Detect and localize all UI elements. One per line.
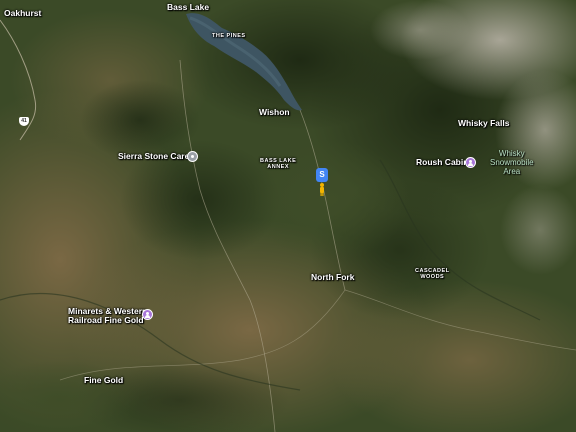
label-sierra-stone-care[interactable]: Sierra Stone Care xyxy=(118,151,189,161)
label-fine-gold[interactable]: Fine Gold xyxy=(84,375,123,385)
label-bass-lake-annex[interactable]: BASS LAKE ANNEX xyxy=(260,158,296,170)
label-north-fork[interactable]: North Fork xyxy=(311,272,354,282)
label-oakhurst[interactable]: Oakhurst xyxy=(4,8,41,18)
place-pin-icon[interactable] xyxy=(465,157,476,168)
street-view-marker-icon[interactable]: S xyxy=(316,168,328,182)
label-minarets-line2: Railroad Fine Gold xyxy=(68,315,144,326)
label-the-pines[interactable]: THE PINES xyxy=(212,33,246,39)
label-whisky-line3: Area xyxy=(503,166,521,176)
label-bass-lake-annex-line2: ANNEX xyxy=(267,164,290,171)
business-pin-icon[interactable] xyxy=(187,151,198,162)
label-whisky-falls[interactable]: Whisky Falls xyxy=(458,118,510,128)
label-cascadel-line2: WOODS xyxy=(420,274,445,281)
label-minarets-western[interactable]: Minarets & Western Railroad Fine Gold xyxy=(68,306,147,326)
satellite-map[interactable]: 41 Oakhurst Bass Lake THE PINES Wishon S… xyxy=(0,0,576,432)
place-pin-icon[interactable] xyxy=(142,309,153,320)
label-bass-lake[interactable]: Bass Lake xyxy=(167,2,209,12)
label-wishon[interactable]: Wishon xyxy=(259,107,290,117)
pegman-icon[interactable] xyxy=(319,183,325,196)
label-whisky-snowmobile-area[interactable]: Whisky Snowmobile Area xyxy=(490,149,534,176)
satellite-terrain[interactable] xyxy=(0,0,576,432)
label-cascadel-woods[interactable]: CASCADEL WOODS xyxy=(415,268,450,280)
label-roush-cabin[interactable]: Roush Cabin xyxy=(416,157,468,167)
